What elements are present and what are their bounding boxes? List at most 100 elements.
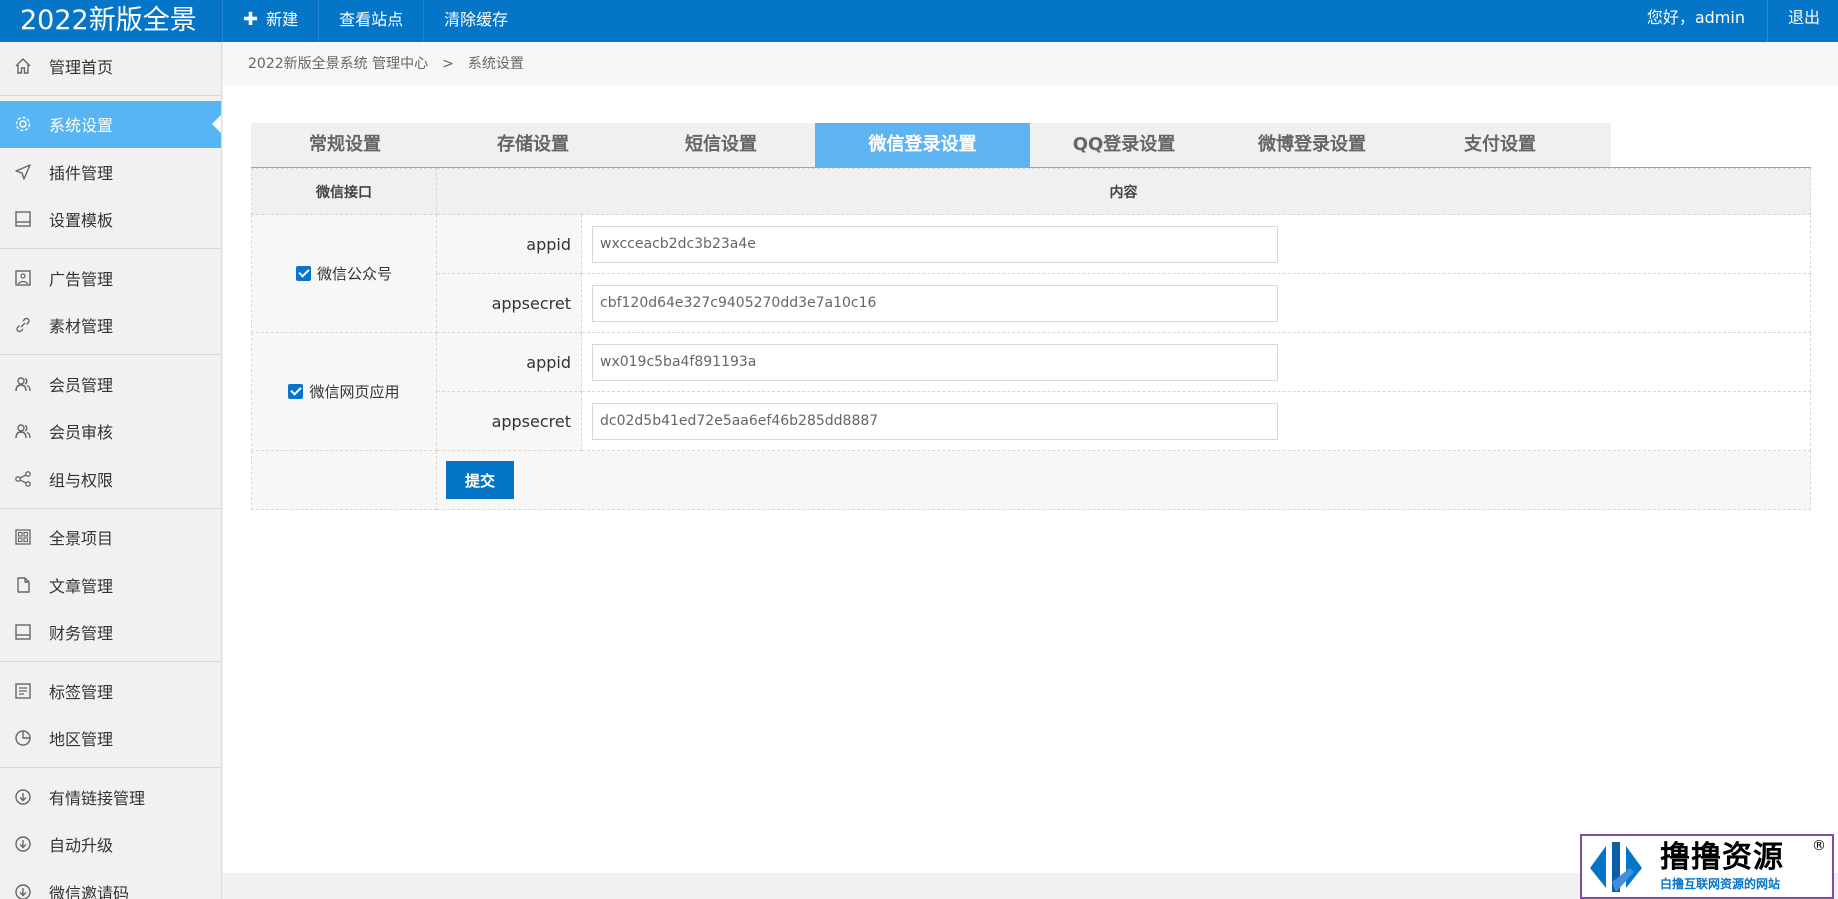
tab-storage[interactable]: 存储设置 [439,123,627,167]
watermark-subtitle: 白撸互联网资源的网站 [1660,877,1781,891]
new-label: 新建 [266,10,299,29]
top-bar: 2022新版全景 ✚ 新建 查看站点 清除缓存 您好，admin 退出 [0,0,1838,42]
users-icon [13,421,33,441]
sidebar-item-panorama-projects[interactable]: 全景项目 [0,514,221,562]
field-label: appsecret [436,273,582,333]
sidebar-item-ads[interactable]: 广告管理 [0,254,221,302]
tab-wechat-login[interactable]: 微信登录设置 [815,123,1030,167]
new-button[interactable]: ✚ 新建 [222,0,318,42]
sidebar-divider [0,248,221,249]
sidebar-item-materials[interactable]: 素材管理 [0,302,221,350]
breadcrumb-root[interactable]: 2022新版全景系统 管理中心 [248,56,428,72]
web-appid-input[interactable] [592,343,1278,381]
user-greeting: 您好，admin [1646,8,1745,27]
top-right: 您好，admin 退出 [1625,0,1838,42]
sidebar-item-label: 标签管理 [49,682,114,702]
official-appid-input[interactable] [592,225,1278,263]
home-icon [13,56,33,76]
sidebar-item-friend-links[interactable]: 有情链接管理 [0,773,221,821]
registered-mark: ® [1812,838,1826,854]
file-icon [13,575,33,595]
field-label: appid [436,332,582,392]
sidebar-item-regions[interactable]: 地区管理 [0,715,221,763]
column-header-interface: 微信接口 [251,168,437,215]
sidebar-item-tags[interactable]: 标签管理 [0,667,221,715]
group-label: 微信网页应用 [309,383,400,401]
users-icon [13,374,33,394]
breadcrumb: 2022新版全景系统 管理中心 > 系统设置 [223,42,1838,86]
footer-button-cell: 提交 [436,450,1811,510]
sidebar-divider [0,94,221,96]
tab-sms[interactable]: 短信设置 [627,123,815,167]
sidebar-item-label: 会员管理 [49,375,114,395]
brand-title[interactable]: 2022新版全景 [0,0,222,42]
tab-qq-login[interactable]: QQ登录设置 [1030,123,1218,167]
sidebar-item-members[interactable]: 会员管理 [0,360,221,408]
download-circle-icon [13,787,33,807]
download-circle-icon [13,834,33,854]
clear-cache-button[interactable]: 清除缓存 [423,0,528,42]
field-label: appid [436,214,582,274]
field-label: appsecret [436,391,582,451]
sidebar-divider [0,767,221,768]
sidebar-item-label: 文章管理 [49,576,114,596]
sidebar-item-home[interactable]: 管理首页 [0,42,221,90]
sidebar-item-label: 微信邀请码 [49,883,130,899]
sidebar-item-articles[interactable]: 文章管理 [0,561,221,609]
group-cell: 微信网页应用 [251,332,437,451]
sidebar-item-system-settings[interactable]: 系统设置 [0,100,221,148]
sidebar-item-templates[interactable]: 设置模板 [0,196,221,244]
field-value-cell [581,332,1811,392]
sidebar-item-label: 地区管理 [49,730,114,750]
download-circle-icon [13,882,33,899]
breadcrumb-current: 系统设置 [467,56,524,72]
table-footer-row: 提交 [251,450,1811,510]
official-account-checkbox[interactable]: 微信公众号 [295,265,392,283]
logout-button[interactable]: 退出 [1766,0,1838,42]
link-icon [13,315,33,335]
checkbox-checked-icon[interactable] [288,384,304,399]
sidebar-divider [0,354,221,355]
sidebar-item-label: 插件管理 [49,163,114,183]
sidebar-item-label: 管理首页 [49,57,114,77]
table-row: appsecret [252,391,1811,451]
sidebar: 管理首页 系统设置 插件管理 设置模板 广告管理 素材管理 会员管理 会员审核 … [0,42,222,899]
sidebar-item-plugins[interactable]: 插件管理 [0,148,221,196]
sidebar-item-label: 广告管理 [49,269,114,289]
sidebar-item-member-review[interactable]: 会员审核 [0,408,221,456]
list-icon [13,681,33,701]
web-app-checkbox[interactable]: 微信网页应用 [288,383,400,401]
share-icon [13,469,33,489]
watermark-title: 撸撸资源 [1660,840,1784,875]
sidebar-item-label: 自动升级 [49,836,114,856]
breadcrumb-separator: > [442,56,454,72]
sidebar-item-finance[interactable]: 财务管理 [0,609,221,657]
field-value-cell [581,391,1811,451]
sidebar-item-groups-permissions[interactable]: 组与权限 [0,455,221,503]
sidebar-item-label: 组与权限 [49,470,114,490]
footer-empty-cell [251,450,437,510]
gear-icon [13,114,33,134]
submit-button[interactable]: 提交 [446,461,514,499]
view-site-button[interactable]: 查看站点 [318,0,423,42]
web-appsecret-input[interactable] [592,402,1278,440]
sidebar-item-wechat-invite[interactable]: 微信邀请码 [0,868,221,899]
sidebar-item-label: 设置模板 [49,211,114,231]
official-appsecret-input[interactable] [592,284,1278,322]
top-nav: ✚ 新建 查看站点 清除缓存 [222,0,528,42]
field-value-cell [581,273,1811,333]
watermark-badge: 撸撸资源 白撸互联网资源的网站 ® [1580,834,1834,899]
sidebar-item-auto-upgrade[interactable]: 自动升级 [0,821,221,869]
tab-payment[interactable]: 支付设置 [1406,123,1594,167]
watermark-logo-icon [1590,841,1642,892]
sidebar-item-label: 财务管理 [49,624,114,644]
group-label: 微信公众号 [316,265,392,283]
tab-general[interactable]: 常规设置 [251,123,439,167]
sidebar-item-label: 素材管理 [49,317,114,337]
table-row: 微信网页应用 appid [251,332,1811,451]
checkbox-checked-icon[interactable] [295,266,311,281]
pie-icon [13,728,33,748]
tab-weibo-login[interactable]: 微博登录设置 [1218,123,1406,167]
settings-tabs: 常规设置 存储设置 短信设置 微信登录设置 QQ登录设置 微博登录设置 支付设置 [251,123,1611,167]
sidebar-item-label: 全景项目 [49,529,114,549]
